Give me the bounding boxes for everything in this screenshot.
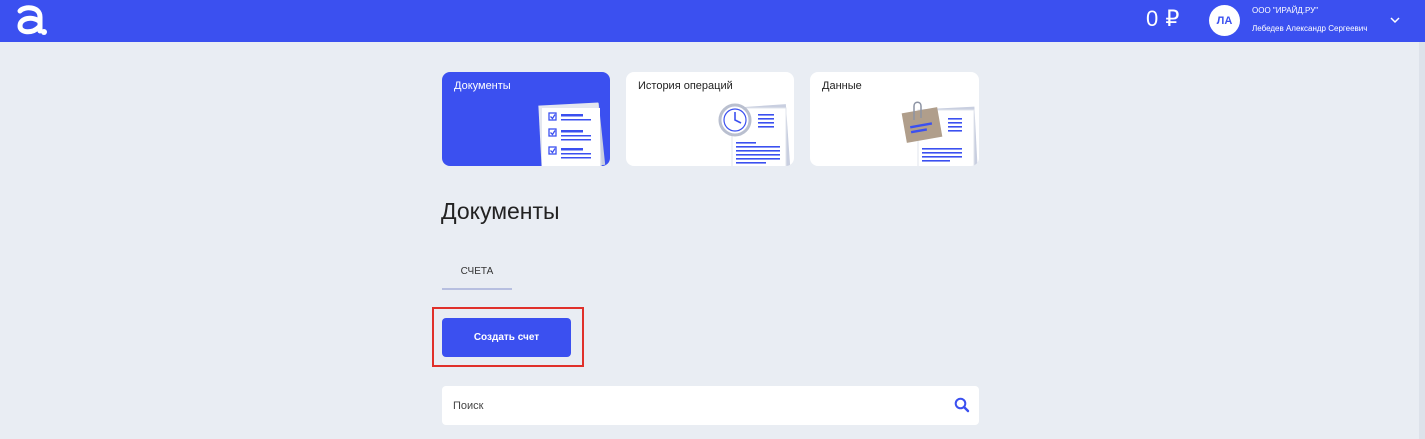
card-label: Данные <box>822 80 862 92</box>
chevron-down-icon[interactable] <box>1388 13 1402 27</box>
user-company: ООО "ИРАЙД.РУ" <box>1252 6 1319 15</box>
create-invoice-button[interactable]: Создать счет <box>442 318 571 357</box>
avatar[interactable]: ЛА <box>1209 5 1240 36</box>
documents-checklist-icon <box>538 102 606 166</box>
top-bar: 0 ₽ ЛА ООО "ИРАЙД.РУ" Лебедев Александр … <box>0 0 1425 42</box>
nav-card-documents[interactable]: Документы <box>442 72 610 166</box>
balance: 0 ₽ <box>1146 6 1180 31</box>
clock-document-icon <box>718 103 791 166</box>
user-info[interactable]: ООО "ИРАЙД.РУ" Лебедев Александр Сергеев… <box>1252 6 1367 34</box>
search-box <box>442 386 979 425</box>
search-input[interactable] <box>442 386 942 425</box>
tab-invoices[interactable]: СЧЕТА <box>442 262 512 290</box>
card-label: Документы <box>454 80 511 92</box>
nav-card-history[interactable]: История операций <box>626 72 794 166</box>
page-title: Документы <box>441 198 560 224</box>
user-name: Лебедев Александр Сергеевич <box>1252 24 1368 33</box>
nav-card-data[interactable]: Данные <box>810 72 979 166</box>
paperclip-document-icon <box>901 101 978 166</box>
scrollbar[interactable] <box>1419 42 1425 439</box>
app-logo-icon[interactable] <box>14 5 48 37</box>
card-label: История операций <box>638 80 733 92</box>
search-icon[interactable] <box>954 397 970 413</box>
